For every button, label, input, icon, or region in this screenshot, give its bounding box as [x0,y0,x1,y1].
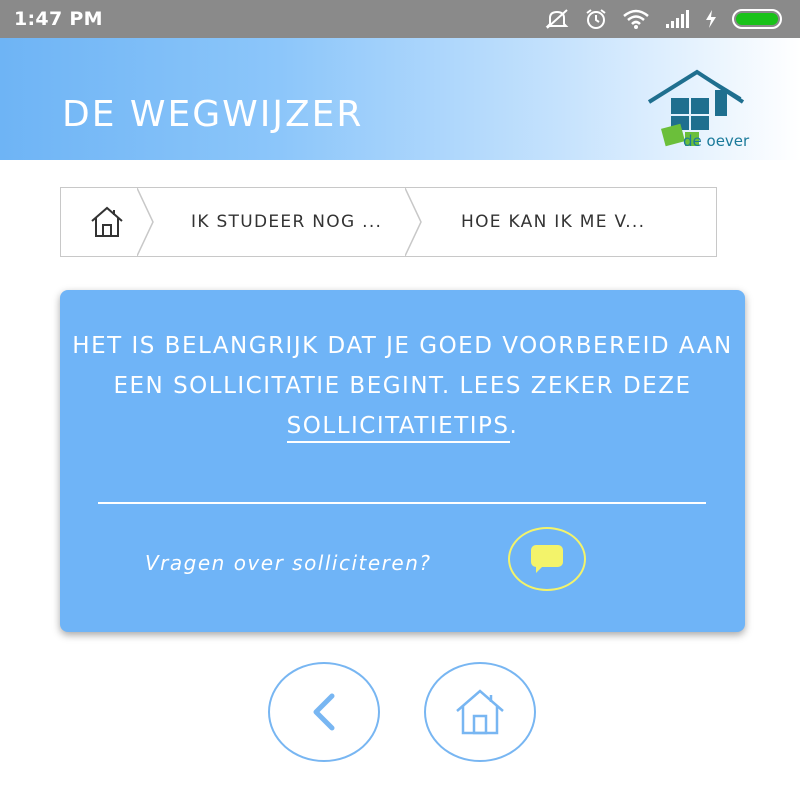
breadcrumb-separator [405,188,422,256]
home-button[interactable] [424,662,536,762]
home-icon [91,206,123,237]
breadcrumb-separator [137,188,154,256]
battery-icon [732,9,782,29]
breadcrumb-item-2[interactable]: HOE KAN IK ME V... [421,188,716,256]
breadcrumb-item-label: HOE KAN IK ME V... [461,212,646,232]
app-header: DE WEGWIJZER de oever [0,38,800,160]
wifi-icon [622,8,650,30]
breadcrumb: IK STUDEER NOG ... HOE KAN IK ME V... [60,187,717,257]
card-question: Vragen over solliciteren? [145,551,432,575]
breadcrumb-home[interactable] [61,188,154,256]
home-icon [456,689,504,735]
status-time: 1:47 PM [14,8,103,30]
status-icons [544,8,782,30]
chevron-left-icon [313,693,335,731]
card-divider [98,502,706,504]
battery-fill [736,13,778,25]
logo[interactable]: de oever [645,68,755,158]
logo-text: de oever [683,132,750,150]
chat-button[interactable] [508,527,586,591]
info-card: HET IS BELANGRIJK DAT JE GOED VOORBEREID… [60,290,745,632]
breadcrumb-item-label: IK STUDEER NOG ... [191,212,383,232]
card-message-end: . [509,413,519,439]
mute-icon [544,8,570,30]
charging-icon [704,9,718,29]
back-button[interactable] [268,662,380,762]
card-message: HET IS BELANGRIJK DAT JE GOED VOORBEREID… [60,326,745,446]
card-message-text: HET IS BELANGRIJK DAT JE GOED VOORBEREID… [72,333,733,399]
signal-icon [664,9,690,29]
page-title: DE WEGWIJZER [62,94,364,135]
alarm-icon [584,8,608,30]
status-bar: 1:47 PM [0,0,800,38]
breadcrumb-item-1[interactable]: IK STUDEER NOG ... [153,188,422,256]
sollicitatietips-link[interactable]: SOLLICITATIETIPS [286,413,510,443]
chat-bubble-icon [531,545,563,573]
